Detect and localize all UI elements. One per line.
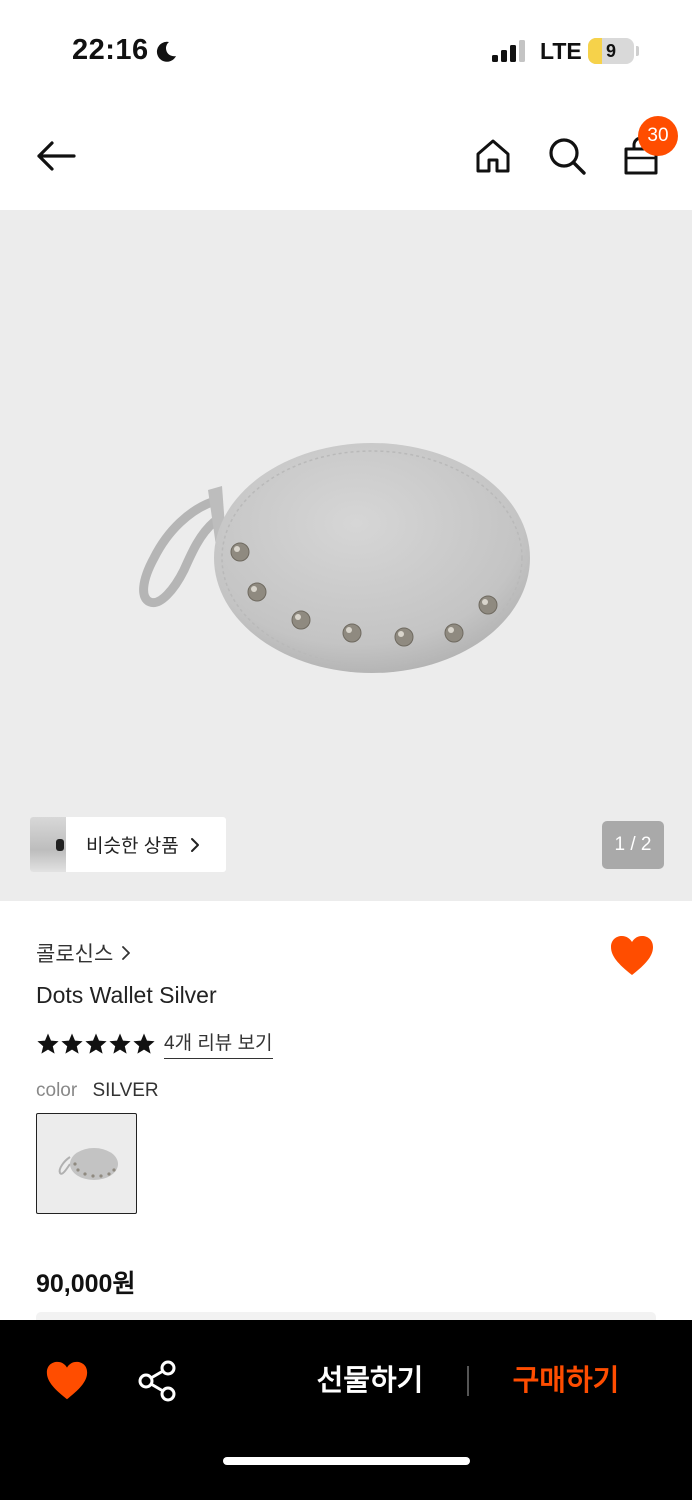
brand-name: 콜로신스: [36, 943, 114, 966]
back-button[interactable]: [28, 128, 84, 184]
selected-color: SILVER: [92, 1080, 159, 1101]
signal-icon: [492, 40, 525, 62]
similar-product-thumbnail: [30, 817, 66, 872]
color-swatch-silver[interactable]: [36, 1113, 137, 1214]
wishlist-button[interactable]: [608, 932, 656, 980]
star-icon: [133, 1033, 155, 1054]
star-icon: [61, 1033, 83, 1054]
star-icon: [37, 1033, 59, 1054]
share-button[interactable]: [136, 1358, 180, 1404]
star-icon: [109, 1033, 131, 1054]
product-image: [139, 443, 530, 673]
back-arrow-icon: [37, 141, 76, 171]
chevron-right-icon: [122, 946, 131, 960]
status-bar: 22:16 LTE 9: [0, 0, 692, 100]
brand-link[interactable]: 콜로신스: [36, 938, 131, 968]
heart-icon: [46, 1361, 88, 1400]
bottom-wishlist-button[interactable]: [44, 1358, 90, 1404]
star-rating: [36, 1032, 156, 1056]
reviews-link[interactable]: 4개 리뷰 보기: [164, 1028, 273, 1059]
home-indicator: [223, 1457, 470, 1465]
product-title: Dots Wallet Silver: [36, 982, 217, 1008]
chevron-right-icon: [190, 837, 199, 852]
similar-products-label: 비슷한 상품: [86, 836, 179, 857]
home-icon: [476, 139, 510, 173]
swatch-thumbnail: [58, 1147, 118, 1180]
moon-icon: [156, 41, 176, 62]
buy-button[interactable]: 구매하기: [496, 1358, 636, 1404]
gift-button[interactable]: 선물하기: [300, 1358, 440, 1404]
color-option-row: color SILVER: [36, 1080, 159, 1102]
image-pager: 1 / 2: [602, 821, 664, 869]
share-icon: [138, 1360, 176, 1402]
cart-count-badge: 30: [638, 116, 678, 156]
battery-cap: [636, 46, 639, 56]
bottom-action-bar: 선물하기 구매하기: [0, 1320, 692, 1500]
home-button[interactable]: [466, 128, 520, 184]
search-icon: [549, 138, 586, 175]
action-divider: [467, 1366, 469, 1396]
rating-row: 4개 리뷰 보기: [36, 1028, 273, 1059]
battery-percent: 9: [605, 41, 616, 61]
star-icon: [85, 1033, 107, 1054]
heart-icon: [611, 936, 653, 975]
similar-products-button[interactable]: 비슷한 상품: [30, 817, 226, 872]
product-price: 90,000원: [36, 1270, 136, 1298]
status-time: 22:16: [72, 34, 149, 66]
battery-icon: 9: [588, 38, 634, 64]
top-nav: [0, 100, 692, 210]
color-label: color: [36, 1080, 78, 1101]
network-label: LTE: [540, 38, 582, 64]
search-button[interactable]: [540, 128, 594, 184]
product-image-gallery[interactable]: 비슷한 상품 1 / 2: [0, 210, 692, 901]
